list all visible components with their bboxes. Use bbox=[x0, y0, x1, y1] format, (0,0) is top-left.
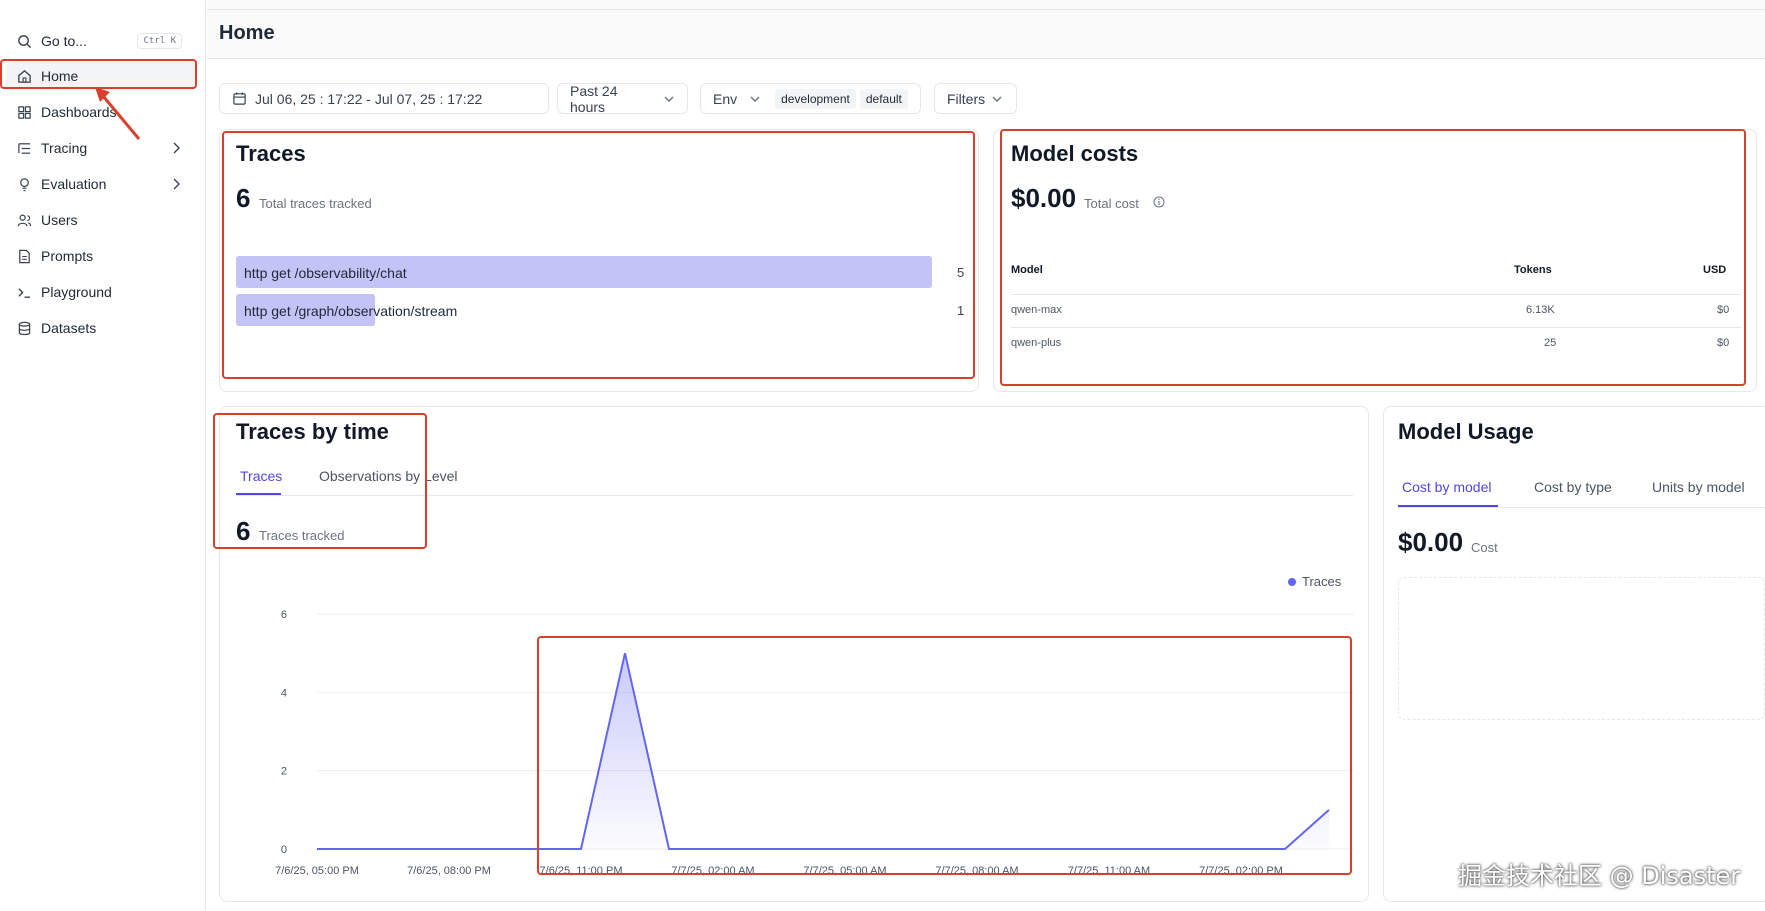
usage-chart-placeholder bbox=[1398, 577, 1765, 720]
usage-cost-total: $0.00 bbox=[1398, 527, 1464, 557]
tabs-divider bbox=[1398, 507, 1765, 508]
dashboard-icon bbox=[16, 104, 32, 120]
sidebar-item-label: Tracing bbox=[41, 140, 88, 156]
x-tick-label: 7/7/25, 02:00 PM bbox=[1199, 865, 1283, 877]
y-tick-label: 0 bbox=[281, 844, 287, 856]
users-icon bbox=[16, 212, 32, 228]
chevron-right-icon bbox=[168, 140, 184, 156]
sidebar-item-label: Datasets bbox=[41, 320, 97, 336]
calendar-icon bbox=[232, 91, 247, 106]
traces-by-time-title: Traces by time bbox=[236, 419, 389, 444]
x-tick-label: 7/6/25, 11:00 PM bbox=[540, 865, 623, 877]
chevron-right-icon bbox=[168, 176, 184, 192]
chevron-down-icon bbox=[991, 93, 1003, 105]
env-filter[interactable]: Env development default bbox=[700, 83, 921, 114]
traces-tracked-label: Traces tracked bbox=[259, 528, 345, 543]
traces-chart: 6 4 2 0 7/6/25, 05:00 PM 7/6/25, 08:00 PM 7/6/… bbox=[275, 574, 1354, 877]
model-costs-total-label: Total cost bbox=[1084, 196, 1139, 211]
tab-traces[interactable]: Traces bbox=[240, 468, 282, 484]
tab-cost-by-model[interactable]: Cost by model bbox=[1402, 479, 1491, 495]
x-tick-label: 7/7/25, 02:00 AM bbox=[671, 865, 754, 877]
period-text: Past 24 hours bbox=[570, 82, 618, 115]
column-header-usd: USD bbox=[1703, 264, 1727, 276]
trace-row-label: http get /observability/chat bbox=[244, 265, 407, 281]
goto-search[interactable]: Go to... Ctrl K bbox=[6, 26, 196, 56]
traces-total: 6 bbox=[236, 183, 251, 213]
series-area bbox=[317, 653, 1329, 849]
y-tick-label: 6 bbox=[281, 609, 287, 621]
y-tick-label: 4 bbox=[281, 687, 287, 699]
env-label: Env bbox=[713, 90, 738, 107]
table-cell-tokens: 6.13K bbox=[1526, 304, 1555, 316]
sidebar-item-playground[interactable]: Playground bbox=[6, 277, 196, 307]
x-tick-label: 7/6/25, 08:00 PM bbox=[407, 865, 491, 877]
sidebar-item-datasets[interactable]: Datasets bbox=[6, 313, 196, 343]
model-usage-title: Model Usage bbox=[1398, 419, 1534, 444]
file-icon bbox=[16, 248, 32, 264]
period-select[interactable]: Past 24 hours bbox=[557, 82, 688, 115]
traces-tracked-total: 6 bbox=[236, 516, 251, 546]
table-cell-model: qwen-max bbox=[1011, 304, 1062, 316]
chevron-down-icon bbox=[663, 93, 675, 105]
arrow-annotation-icon bbox=[95, 87, 141, 140]
tabs-divider bbox=[236, 495, 1353, 496]
legend-label: Traces bbox=[1302, 574, 1342, 589]
trace-row-label: http get /graph/observation/stream bbox=[244, 303, 458, 319]
table-divider bbox=[1011, 327, 1741, 328]
model-costs-card bbox=[993, 129, 1757, 392]
series-line-traces bbox=[317, 652, 1330, 850]
table-cell-tokens: 25 bbox=[1544, 337, 1557, 349]
trace-row-value: 5 bbox=[957, 265, 965, 280]
x-tick-label: 7/6/25, 05:00 PM bbox=[275, 865, 359, 877]
usage-cost-label: Cost bbox=[1471, 540, 1498, 555]
column-header-model: Model bbox=[1011, 264, 1043, 276]
table-cell-model: qwen-plus bbox=[1011, 337, 1062, 349]
sidebar-item-label: Evaluation bbox=[41, 176, 107, 192]
table-cell-usd: $0 bbox=[1717, 304, 1730, 316]
home-icon bbox=[16, 68, 32, 84]
legend-marker bbox=[1288, 578, 1296, 586]
x-tick-label: 7/7/25, 11:00 AM bbox=[1068, 865, 1150, 877]
sidebar-item-label: Users bbox=[41, 212, 78, 228]
database-icon bbox=[16, 320, 32, 336]
sidebar-item-prompts[interactable]: Prompts bbox=[6, 241, 196, 271]
sidebar-item-evaluation[interactable]: Evaluation bbox=[6, 169, 196, 199]
sidebar-item-label: Home bbox=[41, 68, 79, 84]
tab-observations-by-level[interactable]: Observations by Level bbox=[319, 468, 458, 484]
filters-button[interactable]: Filters bbox=[934, 83, 1017, 114]
column-header-tokens: Tokens bbox=[1514, 264, 1552, 276]
model-costs-total: $0.00 bbox=[1011, 183, 1077, 213]
table-cell-usd: $0 bbox=[1717, 337, 1730, 349]
x-tick-label: 7/7/25, 08:00 AM bbox=[935, 865, 1018, 877]
tracing-icon bbox=[16, 140, 32, 156]
sidebar-item-label: Prompts bbox=[41, 248, 94, 264]
shortcut-badge: Ctrl K bbox=[137, 33, 182, 49]
chevron-down-icon bbox=[749, 93, 761, 105]
lightbulb-icon bbox=[16, 176, 32, 192]
env-chip: development bbox=[775, 88, 856, 109]
filters-label: Filters bbox=[947, 90, 986, 107]
search-icon bbox=[16, 33, 32, 49]
env-chip: default bbox=[859, 88, 908, 109]
watermark: 掘金技术社区 @ Disaster bbox=[1458, 862, 1741, 890]
traces-title: Traces bbox=[236, 141, 306, 166]
trace-row-value: 1 bbox=[957, 303, 965, 318]
sidebar-item-label: Playground bbox=[41, 284, 112, 300]
tab-cost-by-type[interactable]: Cost by type bbox=[1534, 479, 1612, 495]
page-title: Home bbox=[219, 22, 275, 44]
x-tick-label: 7/7/25, 05:00 AM bbox=[803, 865, 886, 877]
date-range-picker[interactable]: Jul 06, 25 : 17:22 - Jul 07, 25 : 17:22 bbox=[219, 83, 549, 114]
info-icon[interactable] bbox=[1153, 196, 1165, 208]
goto-label: Go to... bbox=[41, 33, 87, 49]
date-range-text: Jul 06, 25 : 17:22 - Jul 07, 25 : 17:22 bbox=[255, 90, 483, 107]
divider bbox=[207, 9, 1765, 10]
table-divider bbox=[1011, 294, 1741, 295]
terminal-icon bbox=[16, 284, 32, 300]
tab-units-by-model[interactable]: Units by model bbox=[1652, 479, 1745, 495]
traces-total-label: Total traces tracked bbox=[259, 196, 372, 211]
model-costs-title: Model costs bbox=[1011, 141, 1139, 166]
y-tick-label: 2 bbox=[281, 766, 287, 778]
sidebar-item-users[interactable]: Users bbox=[6, 205, 196, 235]
